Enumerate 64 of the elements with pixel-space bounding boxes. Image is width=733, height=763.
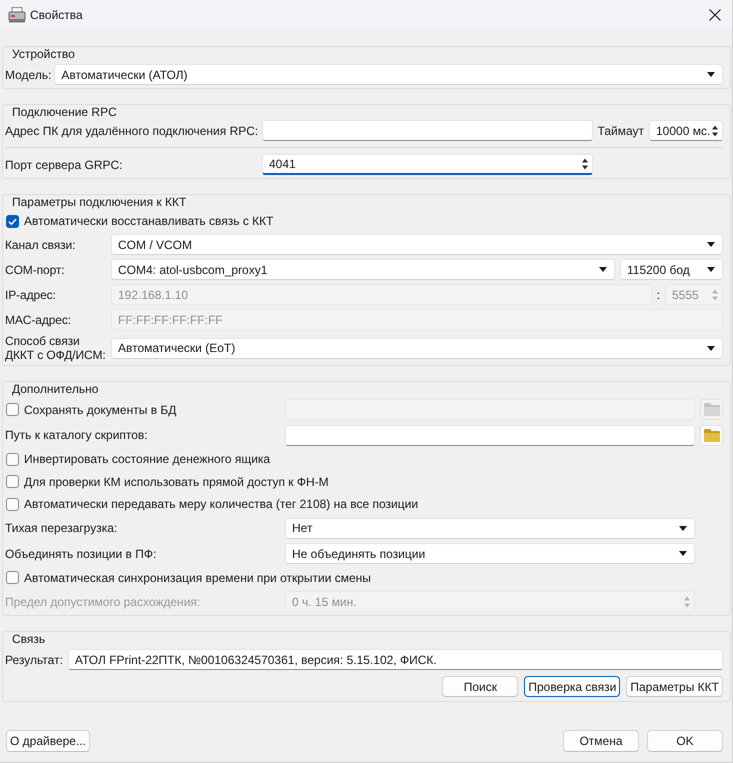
checkbox[interactable] — [6, 214, 19, 228]
spin-field[interactable]: 4041 — [262, 154, 593, 175]
dialog-button[interactable]: Поиск — [442, 676, 518, 697]
field-label: Тихая перезагрузка: — [5, 521, 118, 535]
folder-button[interactable] — [700, 424, 723, 446]
dialog-button[interactable]: Отмена — [563, 730, 639, 752]
group-title: Параметры подключения к ККТ — [11, 195, 188, 211]
checkbox-label: Инвертировать состояние денежного ящика — [24, 452, 270, 466]
close-icon[interactable] — [709, 8, 721, 20]
folder-icon[interactable] — [704, 428, 720, 442]
printer-icon — [8, 6, 26, 22]
dropdown[interactable]: COM4: atol-usbcom_proxy1 — [111, 259, 615, 280]
field-label: Способ связи ДККТ с ОФД/ИСМ: — [5, 334, 107, 362]
checkbox-label: Автоматически восстанавливать связь с ККТ — [24, 214, 274, 228]
checkbox[interactable] — [6, 452, 19, 466]
checkbox-label: Сохранять документы в БД — [24, 402, 176, 416]
dialog-button[interactable]: Параметры ККТ — [626, 676, 723, 697]
dialog-button[interactable]: О драйвере... — [6, 730, 90, 752]
checkbox[interactable] — [6, 475, 19, 488]
caret-icon[interactable] — [679, 551, 687, 556]
dropdown[interactable]: Автоматически (АТОЛ) — [54, 64, 723, 85]
spin-arrows-icon[interactable] — [582, 158, 588, 170]
spin-arrows-icon[interactable] — [712, 124, 718, 136]
text-field[interactable]: АТОЛ FPrint-22ПТК, №00106324570361, версия: 5.15.102, ФИСК. — [68, 649, 723, 670]
dropdown[interactable]: 115200 бод — [620, 259, 723, 280]
field-label: Модель: — [5, 68, 52, 82]
dialog-button[interactable]: OK — [647, 730, 723, 752]
caret-icon[interactable] — [679, 526, 687, 530]
group-title: Дополнительно — [11, 382, 100, 398]
dropdown[interactable]: Нет — [285, 518, 695, 538]
text-field[interactable] — [285, 424, 695, 446]
field-label: IP-адрес: — [5, 288, 57, 302]
checkbox-label: Автоматически передавать меру количества (тег 2108) на все позиции — [24, 497, 418, 511]
spin-field[interactable]: 10000 мс. — [649, 120, 723, 141]
field-label: Объединять позиции в ПФ: — [5, 546, 158, 560]
caret-icon[interactable] — [707, 242, 715, 247]
group-title: Подключение RPC — [11, 105, 118, 120]
dropdown[interactable]: Автоматически (EoT) — [111, 338, 723, 358]
caret-icon[interactable] — [707, 267, 715, 272]
field-label: MAC-адрес: — [5, 312, 72, 326]
field-label: Результат: — [5, 652, 63, 666]
field-label: Адрес ПК для удалённого подключения RPC: — [5, 124, 257, 138]
caret-icon[interactable] — [707, 72, 715, 77]
dropdown[interactable]: COM / VCOM — [111, 234, 723, 255]
dropdown[interactable]: Не объединять позиции — [285, 543, 695, 564]
field-label: Предел допустимого расхождения: — [5, 594, 202, 608]
window-title: Свойства — [30, 8, 84, 22]
field-label: : — [656, 288, 661, 302]
checkbox[interactable] — [6, 498, 19, 510]
checkbox-label: Для проверки КМ использовать прямой доступ к ФН-М — [24, 474, 329, 488]
checkbox[interactable] — [6, 571, 19, 584]
dialog-button[interactable]: Проверка связи — [524, 676, 620, 697]
caret-icon[interactable] — [707, 346, 715, 350]
group-title: Устройство — [11, 47, 76, 63]
field-label: COM-порт: — [5, 262, 66, 276]
field-label: Путь к каталогу скриптов: — [5, 428, 149, 442]
checkbox[interactable] — [6, 403, 19, 416]
field-label: Порт сервера GRPC: — [5, 158, 124, 172]
text-field[interactable] — [262, 120, 593, 141]
checkbox-label: Автоматическая синхронизация времени при открытии смены — [24, 570, 371, 584]
field-label: Канал связи: — [5, 238, 76, 252]
caret-icon[interactable] — [599, 267, 607, 272]
group-title: Связь — [11, 632, 46, 648]
field-label: Таймаут — [598, 124, 644, 138]
